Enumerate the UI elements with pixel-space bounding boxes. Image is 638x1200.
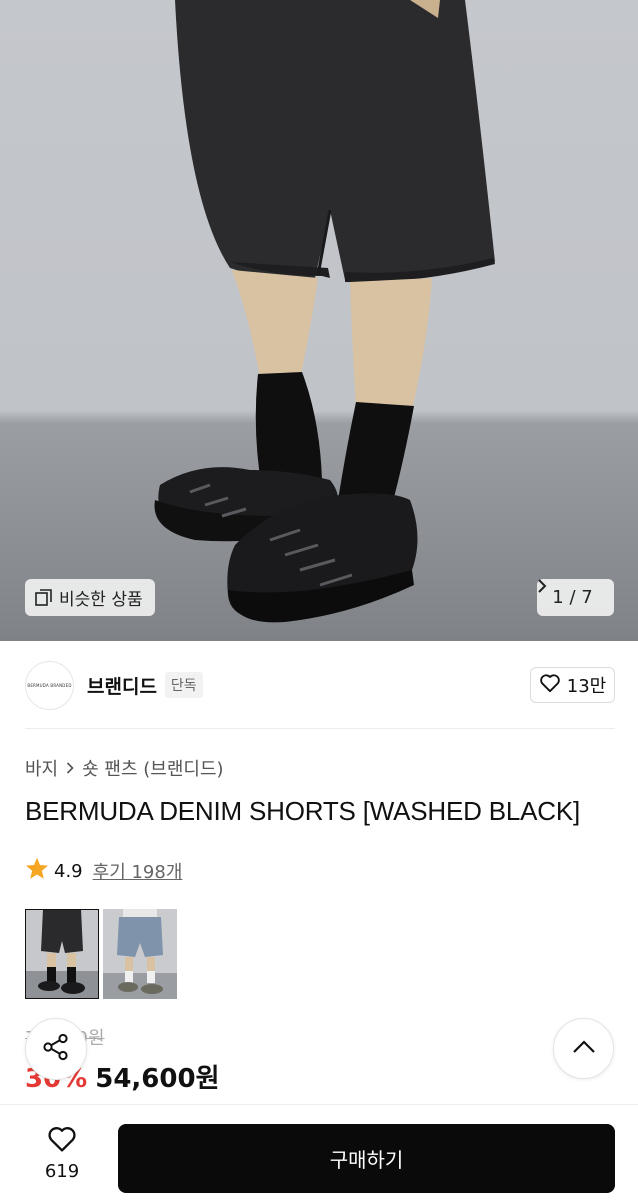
rating-value: 4.9 [54, 860, 83, 882]
product-title: BERMUDA DENIM SHORTS [WASHED BLACK] [25, 796, 580, 826]
exclusive-badge: 단독 [164, 672, 203, 698]
chevron-up-icon [572, 1039, 596, 1058]
similar-products-button[interactable]: 비슷한 상품 [25, 579, 155, 616]
image-counter: 1 / 7 [552, 587, 593, 608]
brand-logo-text: BERMUDA BRANDED [27, 682, 72, 688]
rating-row: 4.9 후기 198개 [25, 857, 182, 885]
brand-row: BERMUDA BRANDED 브랜디드 단독 13만 [25, 660, 615, 710]
brand-name[interactable]: 브랜디드 [87, 672, 157, 699]
heart-icon [46, 1125, 78, 1157]
wishlist-button[interactable]: 619 [25, 1125, 99, 1182]
brand-like-count: 13만 [566, 676, 607, 697]
product-photo [154, 0, 495, 623]
color-option-washed-black[interactable] [25, 909, 99, 999]
star-icon [25, 857, 49, 885]
final-price: 54,600원 [95, 1064, 220, 1094]
share-icon [41, 1032, 71, 1066]
color-options [25, 909, 177, 999]
image-counter-button[interactable]: 1 / 7 [537, 579, 614, 616]
buy-button[interactable]: 구매하기 [118, 1124, 615, 1193]
breadcrumb-subcategory[interactable]: 숏 팬츠 (브랜디드) [82, 755, 223, 781]
bottom-action-bar: 619 구매하기 [0, 1104, 638, 1200]
share-button[interactable] [25, 1018, 87, 1080]
reviews-link[interactable]: 후기 198개 [93, 858, 183, 884]
chevron-right-icon [66, 758, 74, 779]
product-hero-image[interactable]: 비슷한 상품 1 / 7 [0, 0, 638, 641]
brand-logo[interactable]: BERMUDA BRANDED [25, 660, 74, 710]
heart-icon [539, 673, 561, 698]
scroll-top-button[interactable] [553, 1018, 614, 1079]
similar-products-label: 비슷한 상품 [59, 590, 143, 610]
wishlist-count: 619 [44, 1161, 80, 1182]
breadcrumb: 바지 숏 팬츠 (브랜디드) [25, 755, 224, 781]
breadcrumb-category[interactable]: 바지 [25, 755, 58, 781]
color-option-washed-blue[interactable] [103, 909, 177, 999]
brand-like-button[interactable]: 13만 [530, 667, 615, 703]
similar-icon [35, 588, 53, 607]
divider [25, 728, 615, 729]
